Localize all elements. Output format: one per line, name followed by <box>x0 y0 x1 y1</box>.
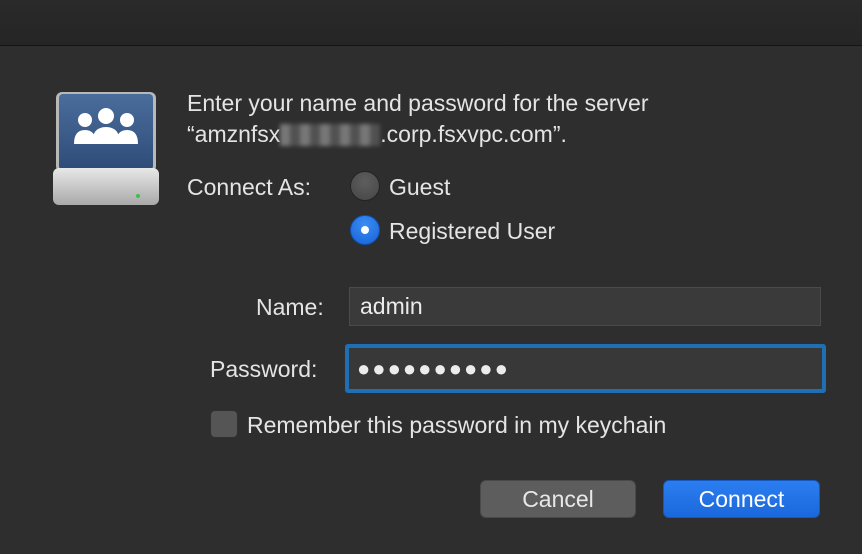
prompt-line-1: Enter your name and password for the ser… <box>187 90 649 116</box>
guest-radio[interactable] <box>350 171 380 201</box>
registered-user-radio-label[interactable]: Registered User <box>389 218 555 245</box>
connect-button-label: Connect <box>698 485 785 512</box>
remember-password-label[interactable]: Remember this password in my keychain <box>247 412 666 439</box>
radio-selected-dot <box>361 226 369 234</box>
server-prompt: Enter your name and password for the ser… <box>187 88 827 150</box>
server-name-suffix: .corp.fsxvpc.com”. <box>380 121 567 147</box>
redacted-region <box>280 124 381 146</box>
prompt-line-2: “amznfsx .corp.fsxvpc.com”. <box>187 119 827 150</box>
cancel-button-label: Cancel <box>522 485 594 512</box>
connect-as-label: Connect As: <box>187 174 312 200</box>
cancel-button[interactable]: Cancel <box>480 480 636 518</box>
password-label: Password: <box>210 356 318 382</box>
name-label: Name: <box>256 294 324 320</box>
connect-button[interactable]: Connect <box>663 480 820 518</box>
dialog-titlebar <box>0 0 862 46</box>
registered-user-radio[interactable] <box>350 215 380 245</box>
password-field-value: ●●●●●●●●●● <box>357 355 510 381</box>
server-drive-icon <box>53 92 159 205</box>
remember-password-checkbox[interactable] <box>210 410 238 438</box>
name-field[interactable]: admin <box>349 287 821 326</box>
guest-radio-label[interactable]: Guest <box>389 174 450 201</box>
password-field[interactable]: ●●●●●●●●●● <box>345 344 826 393</box>
server-name-prefix: “amznfsx <box>187 121 281 147</box>
name-field-value: admin <box>360 293 423 319</box>
